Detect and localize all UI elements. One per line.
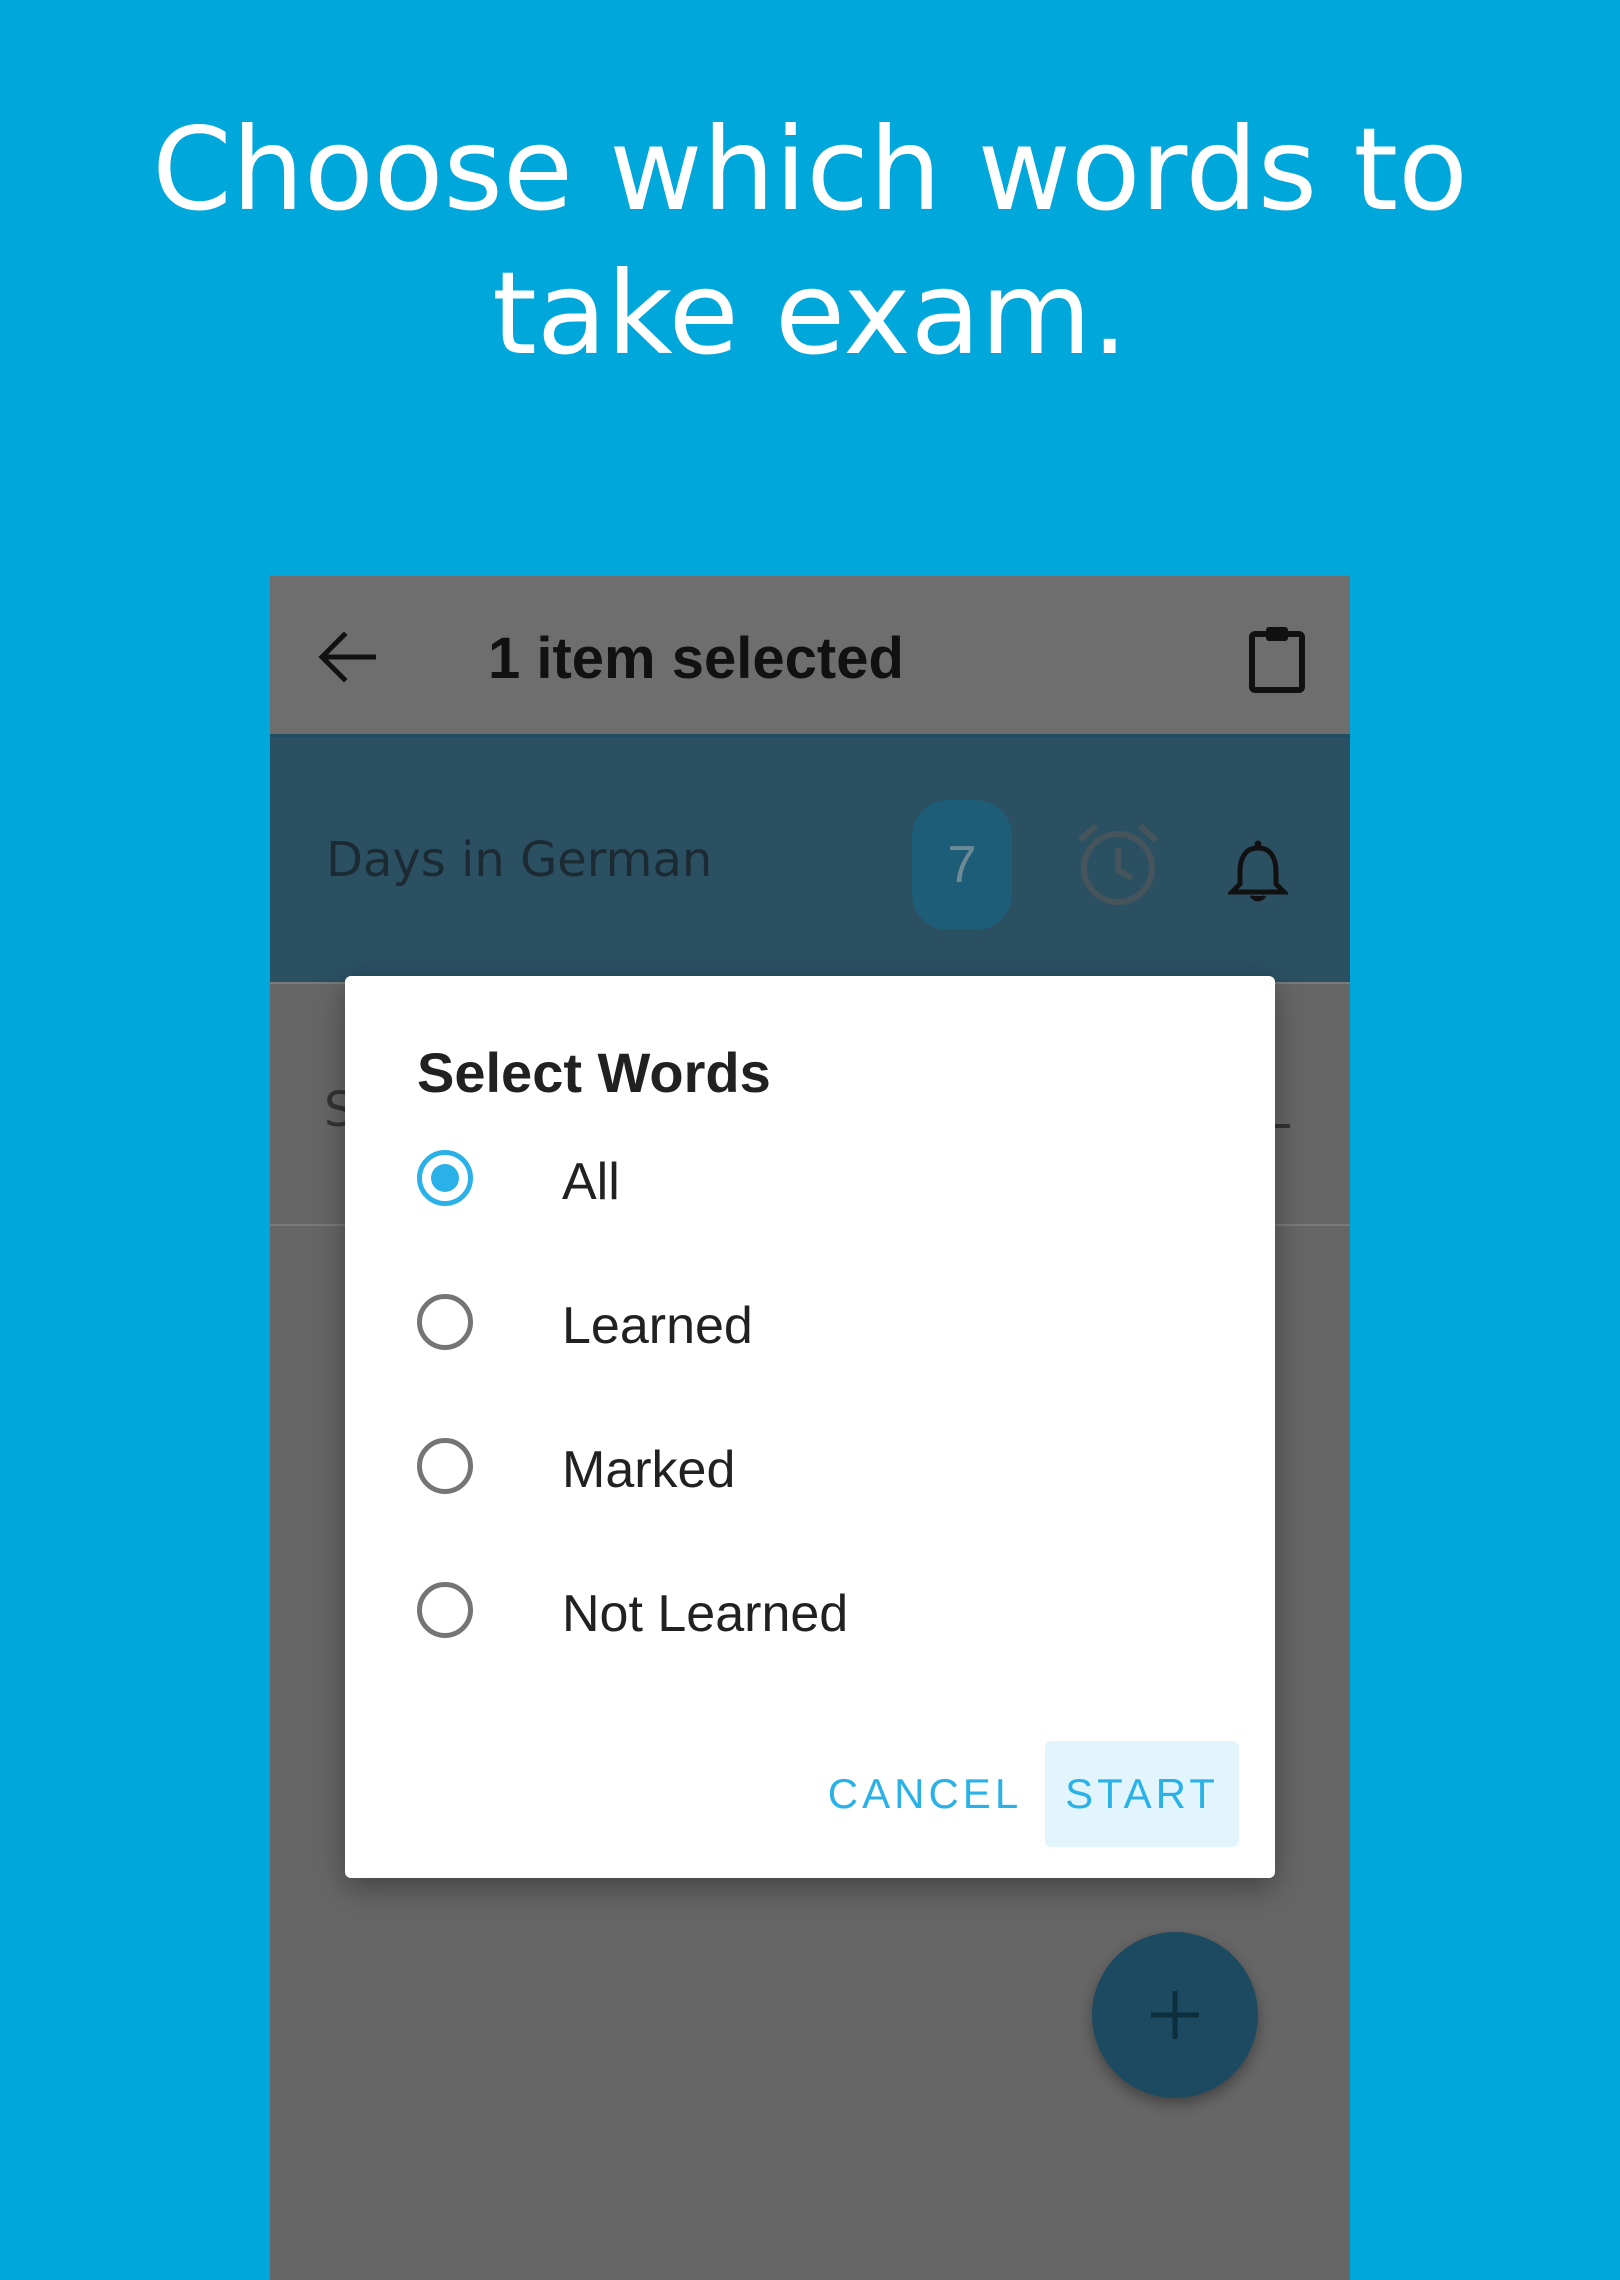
headline-line-2: take exam.	[492, 247, 1128, 380]
option-label: Marked	[562, 1441, 736, 1499]
bell-icon[interactable]	[1228, 838, 1288, 904]
option-learned[interactable]: Learned	[417, 1266, 1197, 1386]
radio-button[interactable]	[417, 1438, 473, 1494]
clipboard-icon[interactable]	[1248, 624, 1306, 694]
option-label: Learned	[562, 1297, 753, 1355]
radio-button[interactable]	[417, 1582, 473, 1638]
option-label: Not Learned	[562, 1585, 849, 1643]
select-words-dialog: Select Words All Learned Marked Not Lear…	[345, 976, 1275, 1878]
option-all[interactable]: All	[417, 1122, 1197, 1242]
plus-icon	[1151, 1991, 1199, 2039]
start-button[interactable]: START	[1045, 1741, 1239, 1847]
cancel-button[interactable]: CANCEL	[825, 1741, 1025, 1847]
selection-app-bar: 1 item selected	[270, 576, 1350, 738]
headline-line-1: Choose which words to	[152, 103, 1468, 236]
add-fab-button[interactable]	[1092, 1932, 1258, 2098]
option-not-learned[interactable]: Not Learned	[417, 1554, 1197, 1674]
dialog-title: Select Words	[417, 1041, 771, 1104]
list-item-title: Days in German	[326, 832, 713, 888]
list-item-selected[interactable]: Days in German 7	[270, 738, 1350, 982]
option-marked[interactable]: Marked	[417, 1410, 1197, 1530]
selection-count-title: 1 item selected	[488, 626, 904, 691]
radio-button[interactable]	[417, 1294, 473, 1350]
alarm-clock-icon[interactable]	[1074, 820, 1162, 908]
promo-headline: Choose which words to take exam.	[0, 98, 1620, 386]
word-count-badge: 7	[912, 800, 1012, 930]
radio-button-checked[interactable]	[417, 1150, 473, 1206]
arrow-back-icon[interactable]	[318, 630, 376, 684]
option-label: All	[562, 1153, 620, 1211]
